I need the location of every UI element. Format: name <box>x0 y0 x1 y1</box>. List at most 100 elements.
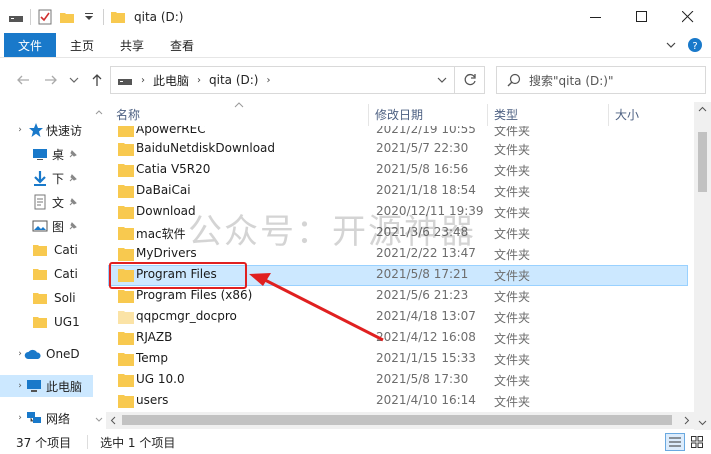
close-button[interactable] <box>665 0 711 33</box>
nav-item-label: OneD <box>46 347 80 361</box>
nav-item-folder[interactable]: Cati <box>32 239 78 261</box>
help-icon[interactable]: ? <box>687 37 703 53</box>
maximize-button[interactable] <box>619 0 665 33</box>
vertical-scroll-thumb[interactable] <box>698 132 707 192</box>
folder-icon <box>118 353 134 366</box>
column-header-name[interactable]: 名称 <box>110 102 368 126</box>
file-row[interactable]: users 2021/4/10 16:14 文件夹 <box>108 391 688 412</box>
nav-item-downloads[interactable]: 下 <box>32 167 78 189</box>
file-list-horizontal-scrollbar[interactable] <box>106 412 694 429</box>
search-placeholder: 搜索"qita (D:)" <box>529 73 614 88</box>
desktop-icon <box>33 149 47 160</box>
details-view-button[interactable] <box>665 433 685 451</box>
folder-icon <box>33 269 47 280</box>
chevron-right-icon[interactable]: › <box>14 413 26 423</box>
nav-item-folder[interactable]: UG1 <box>32 311 80 333</box>
folder-icon <box>118 206 134 219</box>
file-row[interactable]: Catia V5R20 2021/5/8 16:56 文件夹 <box>108 160 688 181</box>
chevron-down-icon <box>69 77 79 83</box>
nav-item-documents[interactable]: 文 <box>32 191 78 213</box>
chevron-right-icon[interactable]: › <box>14 381 26 391</box>
chevron-right-icon[interactable]: › <box>14 125 26 135</box>
file-date: 2021/5/8 16:56 <box>376 162 469 176</box>
nav-item-label: 图 <box>52 219 65 234</box>
address-row: › 此电脑 › qita (D:) › 搜索"qita (D:)" <box>0 58 711 102</box>
pin-icon <box>69 198 77 206</box>
nav-item-pictures[interactable]: 图 <box>32 215 78 237</box>
folder-icon <box>118 290 134 303</box>
file-name: Temp <box>136 351 168 365</box>
nav-pane-scrollbar[interactable] <box>93 102 105 430</box>
chevron-right-icon[interactable]: › <box>197 75 201 86</box>
file-row[interactable]: Program Files (x86) 2021/5/6 21:23 文件夹 <box>108 286 688 307</box>
back-button[interactable] <box>12 69 34 91</box>
chevron-right-icon[interactable]: › <box>141 75 145 86</box>
recent-locations-button[interactable] <box>68 69 80 91</box>
nav-item-quick-access[interactable]: › 快速访 <box>0 119 82 141</box>
breadcrumb: › 此电脑 › qita (D:) › <box>111 72 271 89</box>
file-date: 2021/4/10 16:14 <box>376 393 476 407</box>
maximize-icon <box>636 10 647 22</box>
window-controls <box>573 0 711 33</box>
column-header-type[interactable]: 类型 <box>488 102 608 126</box>
scroll-right-icon[interactable] <box>680 412 694 429</box>
quick-access-toolbar <box>0 0 126 33</box>
file-type: 文件夹 <box>494 395 531 409</box>
file-row[interactable]: RJAZB 2021/4/12 16:08 文件夹 <box>108 328 688 349</box>
minimize-button[interactable] <box>573 0 619 33</box>
file-row[interactable]: UG 10.0 2021/5/8 17:30 文件夹 <box>108 370 688 391</box>
file-date: 2021/4/12 16:08 <box>376 330 476 344</box>
refresh-button[interactable] <box>454 67 484 93</box>
file-type: 文件夹 <box>494 164 531 178</box>
nav-item-desktop[interactable]: 桌 <box>32 143 78 165</box>
tab-view[interactable]: 查看 <box>158 33 206 57</box>
scroll-left-icon[interactable] <box>106 412 120 429</box>
file-row[interactable]: DaBaiCai 2021/1/18 18:54 文件夹 <box>108 181 688 202</box>
scroll-down-icon[interactable] <box>694 416 711 430</box>
nav-item-label: Cati <box>54 267 78 281</box>
breadcrumb-this-pc[interactable]: 此电脑 <box>153 72 189 89</box>
folder-icon <box>118 227 134 240</box>
nav-item-folder[interactable]: Soli <box>32 287 76 309</box>
large-icons-view-button[interactable] <box>687 433 707 451</box>
customize-dropdown-icon[interactable] <box>81 9 97 25</box>
nav-item-folder[interactable]: Cati <box>32 263 78 285</box>
file-row[interactable]: BaiduNetdiskDownload 2021/5/7 22:30 文件夹 <box>108 139 688 160</box>
breadcrumb-drive[interactable]: qita (D:) <box>209 73 258 87</box>
horizontal-scroll-thumb[interactable] <box>122 415 672 425</box>
forward-button[interactable] <box>40 69 62 91</box>
file-date: 2021/5/6 21:23 <box>376 288 469 302</box>
file-row[interactable]: Temp 2021/1/15 15:33 文件夹 <box>108 349 688 370</box>
column-header-size[interactable]: 大小 <box>609 102 689 126</box>
scroll-up-icon[interactable] <box>694 102 711 116</box>
nav-item-network[interactable]: › 网络 <box>0 407 70 429</box>
file-row[interactable]: qqpcmgr_docpro 2021/4/18 13:07 文件夹 <box>108 307 688 328</box>
download-icon <box>34 171 46 186</box>
address-history-dropdown[interactable] <box>432 67 452 93</box>
file-list-vertical-scrollbar[interactable] <box>694 102 711 430</box>
nav-item-onedrive[interactable]: › OneD <box>0 343 80 365</box>
file-type: 文件夹 <box>494 311 531 325</box>
address-bar[interactable]: › 此电脑 › qita (D:) › <box>110 66 485 94</box>
file-type: 文件夹 <box>494 374 531 388</box>
search-input[interactable]: 搜索"qita (D:)" <box>496 66 706 94</box>
network-icon <box>27 412 41 423</box>
properties-icon[interactable] <box>37 9 53 25</box>
new-folder-icon[interactable] <box>59 9 75 25</box>
scroll-up-icon[interactable] <box>93 106 105 118</box>
nav-item-this-pc[interactable]: › 此电脑 <box>0 375 93 397</box>
file-name: Catia V5R20 <box>136 162 211 176</box>
tab-home[interactable]: 主页 <box>58 33 106 57</box>
tab-share[interactable]: 共享 <box>108 33 156 57</box>
column-header-date[interactable]: 修改日期 <box>369 102 487 126</box>
item-count: 37 个项目 <box>16 435 72 450</box>
chevron-right-icon[interactable]: › <box>267 75 271 86</box>
up-button[interactable] <box>86 69 108 91</box>
scroll-down-icon[interactable] <box>93 414 105 426</box>
nav-item-label: UG1 <box>54 315 80 329</box>
folder-icon <box>118 126 134 137</box>
nav-item-label: 快速访 <box>46 123 83 138</box>
tab-file[interactable]: 文件 <box>4 33 57 57</box>
expand-ribbon-icon[interactable] <box>665 39 677 51</box>
drive-icon <box>8 9 24 25</box>
